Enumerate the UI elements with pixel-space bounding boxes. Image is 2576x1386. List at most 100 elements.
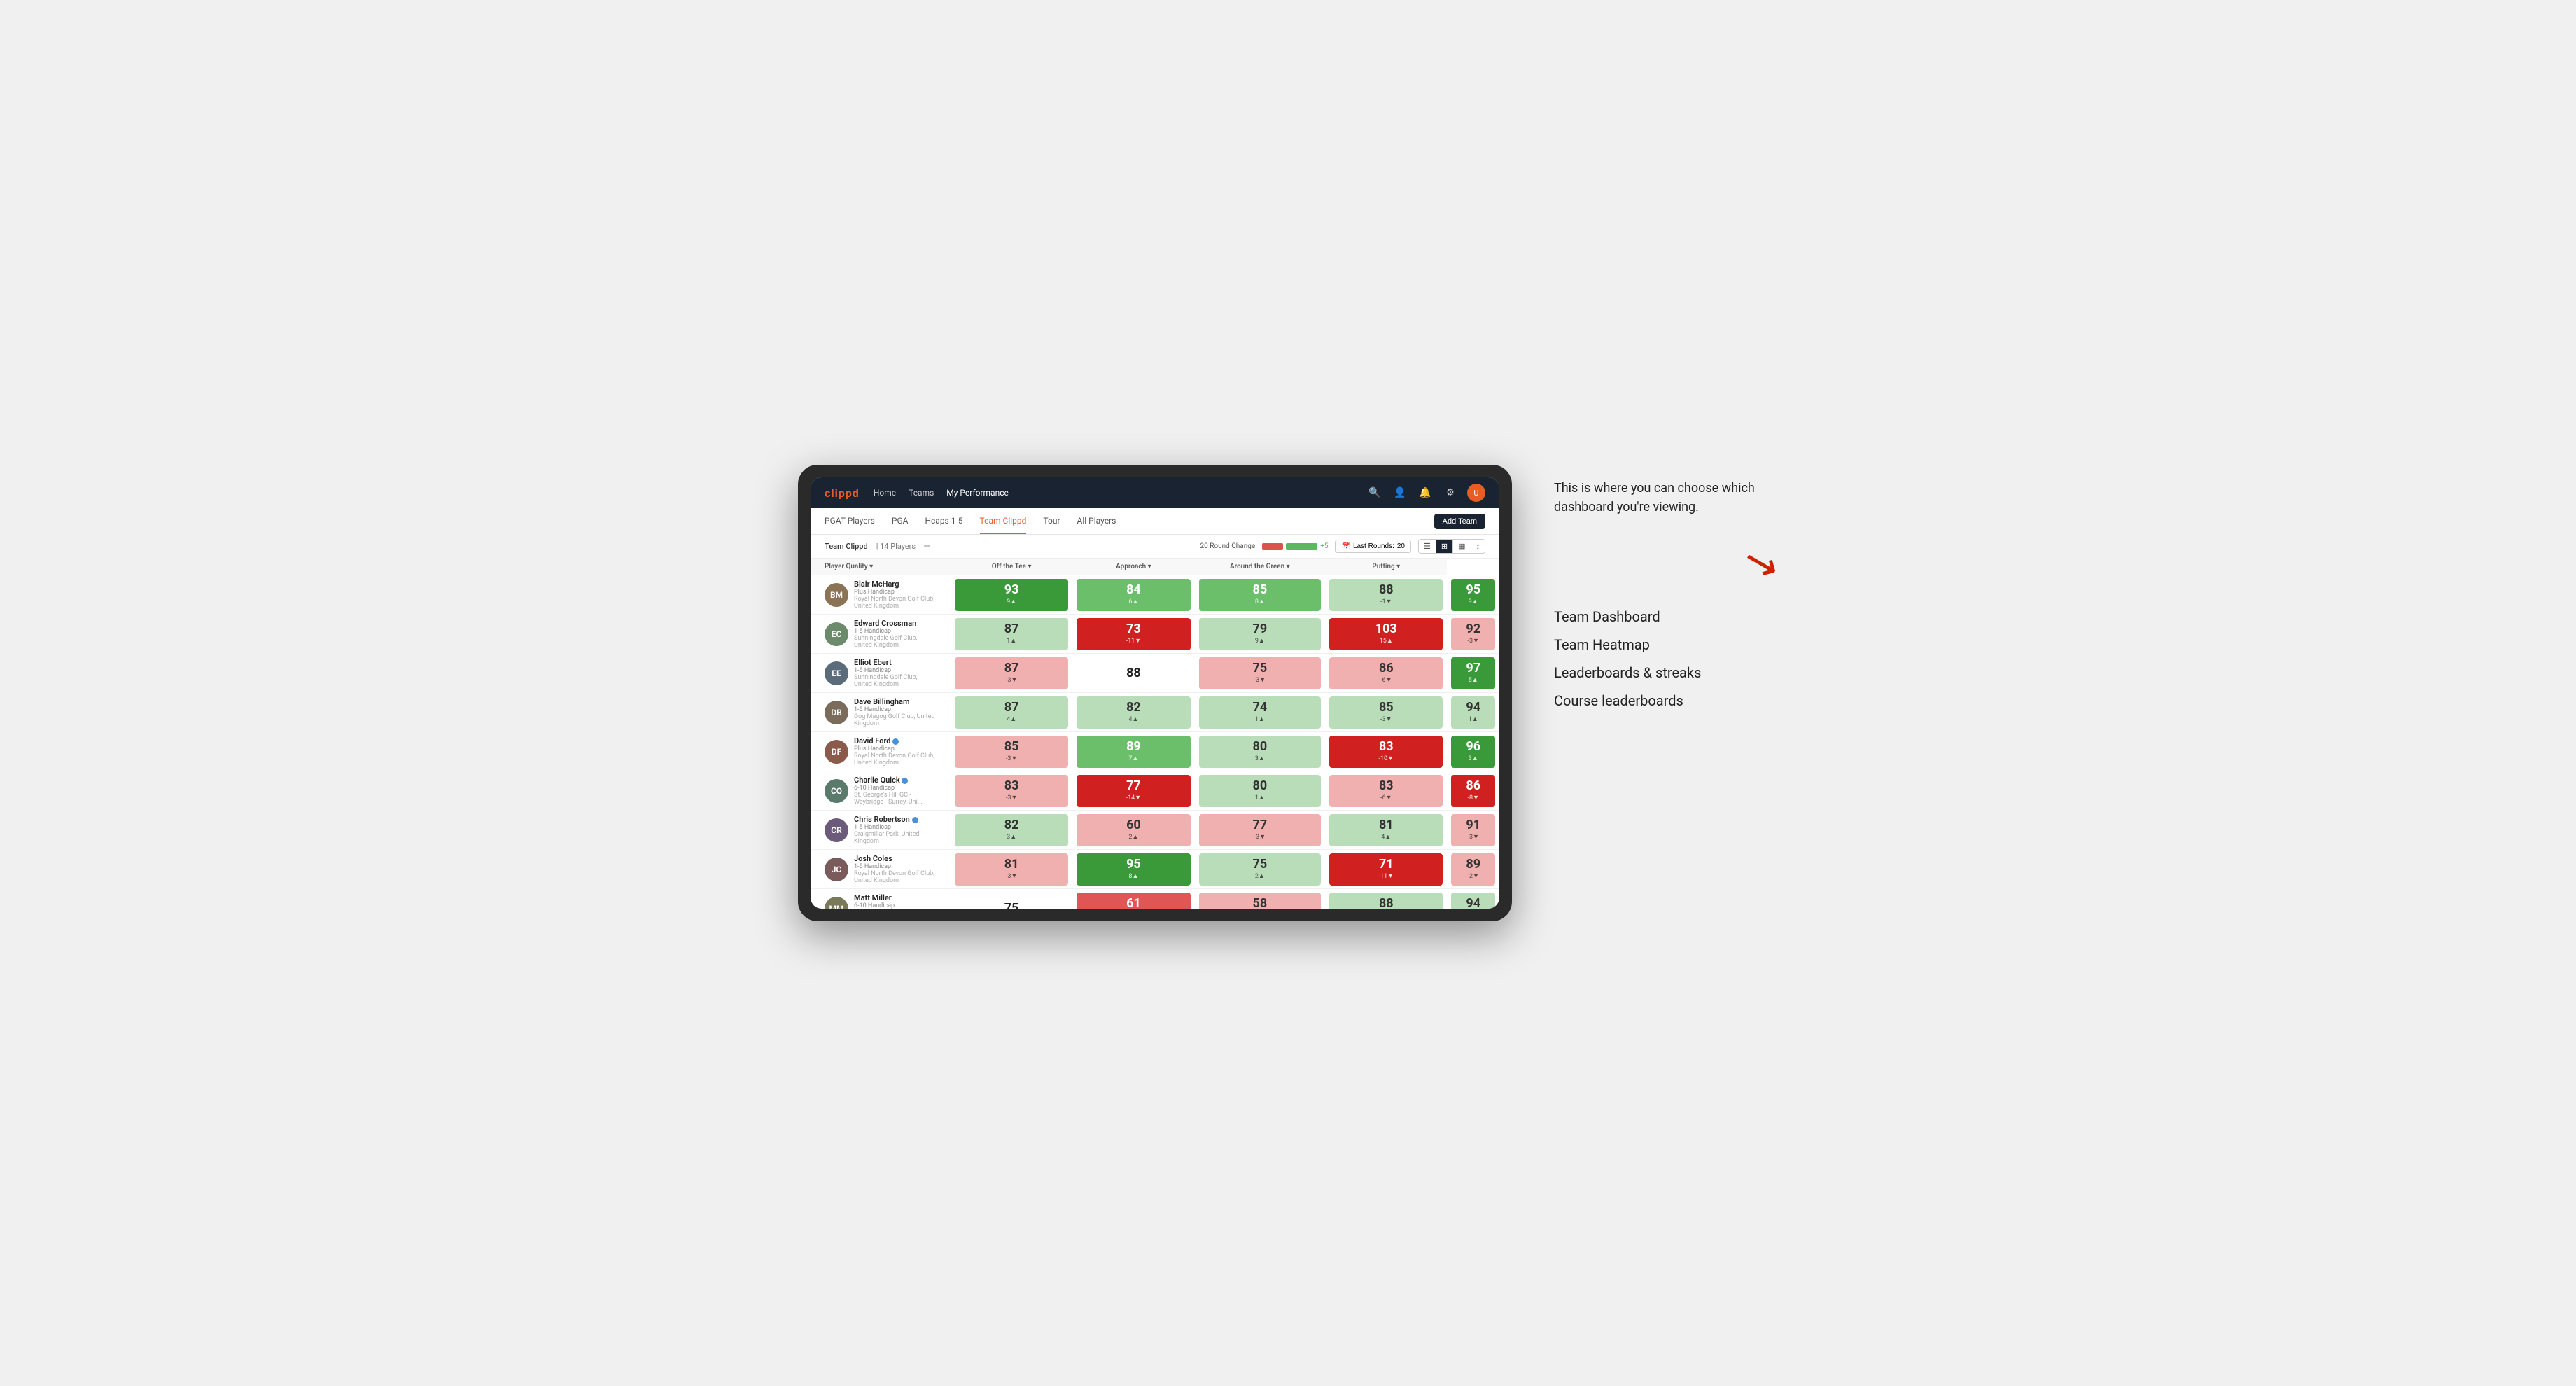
- subnav-hcaps[interactable]: Hcaps 1-5: [925, 509, 962, 534]
- metric-value: 75: [1253, 858, 1268, 871]
- metric-value: 86: [1379, 662, 1394, 675]
- nav-teams[interactable]: Teams: [909, 485, 934, 500]
- metric-change: 8▲: [1128, 872, 1138, 880]
- metric-box: 80 1▲: [1199, 775, 1322, 807]
- metric-value: 89: [1466, 858, 1480, 871]
- metric-value: 60: [1126, 819, 1141, 832]
- player-cell: BM Blair McHarg Plus Handicap Royal Nort…: [811, 575, 951, 615]
- metric-box: 80 3▲: [1199, 736, 1322, 768]
- metric-value: 85: [1253, 584, 1268, 596]
- metric-cell: 89 -2▼: [1447, 850, 1499, 889]
- metric-change: 8▲: [1255, 598, 1265, 606]
- sub-nav: PGAT Players PGA Hcaps 1-5 Team Clippd T…: [811, 508, 1499, 535]
- table-row[interactable]: EE Elliot Ebert 1-5 Handicap Sunningdale…: [811, 654, 1499, 693]
- player-cell: DF David Ford Plus Handicap Royal North …: [811, 732, 951, 771]
- last-rounds-button[interactable]: 📅 Last Rounds: 20: [1335, 540, 1411, 553]
- person-icon[interactable]: 👤: [1392, 484, 1408, 501]
- user-avatar[interactable]: U: [1467, 484, 1485, 502]
- add-team-button[interactable]: Add Team: [1434, 514, 1485, 529]
- right-panel: This is where you can choose which dashb…: [1554, 465, 1778, 709]
- metric-box: 61 -3▼: [1077, 892, 1190, 909]
- option-course-leaderboards[interactable]: Course leaderboards: [1554, 692, 1778, 709]
- table-header: Player Quality ▾ Off the Tee ▾ Approach …: [811, 559, 1499, 575]
- metric-box: 77 -3▼: [1199, 814, 1322, 846]
- metric-value: 87: [1004, 623, 1019, 636]
- bell-icon[interactable]: 🔔: [1417, 484, 1434, 501]
- player-name: Matt Miller: [854, 893, 937, 902]
- player-table: Player Quality ▾ Off the Tee ▾ Approach …: [811, 559, 1499, 909]
- table-row[interactable]: EC Edward Crossman 1-5 Handicap Sunningd…: [811, 615, 1499, 654]
- metric-change: -1▼: [1380, 598, 1392, 606]
- nav-home[interactable]: Home: [874, 485, 896, 500]
- table-row[interactable]: DF David Ford Plus Handicap Royal North …: [811, 732, 1499, 771]
- option-leaderboards[interactable]: Leaderboards & streaks: [1554, 664, 1778, 681]
- metric-box: 75 -3▼: [1199, 657, 1322, 690]
- metric-change: 5▲: [1469, 676, 1478, 684]
- metric-box: 87 1▲: [955, 618, 1068, 650]
- metric-change: -6▼: [1380, 794, 1392, 802]
- bar-red: [1262, 543, 1283, 550]
- player-avatar: DB: [825, 701, 848, 724]
- col-header-player[interactable]: Player Quality ▾: [811, 559, 951, 575]
- table-row[interactable]: CQ Charlie Quick 6-10 Handicap St. Georg…: [811, 771, 1499, 811]
- metric-change: -10▼: [1379, 755, 1394, 762]
- subnav-all-players[interactable]: All Players: [1077, 509, 1116, 534]
- col-header-off-tee[interactable]: Off the Tee ▾: [951, 559, 1072, 575]
- option-team-heatmap[interactable]: Team Heatmap: [1554, 636, 1778, 653]
- table-row[interactable]: CR Chris Robertson 1-5 Handicap Craigmil…: [811, 811, 1499, 850]
- metric-change: -8▼: [1467, 794, 1478, 802]
- metric-box: 73 -11▼: [1077, 618, 1190, 650]
- nav-my-performance[interactable]: My Performance: [946, 485, 1009, 500]
- metric-cell: 61 -3▼: [1072, 889, 1194, 909]
- metric-box: 87 -3▼: [955, 657, 1068, 690]
- metric-box: 88: [1077, 657, 1190, 690]
- metric-cell: 84 6▲: [1072, 575, 1194, 615]
- metric-cell: 82 3▲: [951, 811, 1072, 850]
- metric-box: 82 4▲: [1077, 696, 1190, 729]
- metric-change: 4▲: [1128, 715, 1138, 723]
- col-header-approach[interactable]: Approach ▾: [1072, 559, 1194, 575]
- metric-box: 87 4▲: [955, 696, 1068, 729]
- metric-change: -14▼: [1126, 794, 1142, 802]
- table-row[interactable]: BM Blair McHarg Plus Handicap Royal Nort…: [811, 575, 1499, 615]
- metric-change: 2▲: [1255, 872, 1265, 880]
- metric-change: 1▲: [1255, 715, 1265, 723]
- edit-icon[interactable]: ✏: [924, 542, 930, 551]
- player-name: Charlie Quick: [854, 776, 937, 785]
- table-row[interactable]: DB Dave Billingham 1-5 Handicap Gog Mago…: [811, 693, 1499, 732]
- player-name: Chris Robertson: [854, 815, 937, 824]
- col-header-putting[interactable]: Putting ▾: [1325, 559, 1447, 575]
- metric-change: -6▼: [1380, 676, 1392, 684]
- metric-change: 2▲: [1128, 833, 1138, 841]
- metric-cell: 73 -11▼: [1072, 615, 1194, 654]
- metric-value: 88: [1126, 667, 1141, 680]
- search-icon[interactable]: 🔍: [1366, 484, 1383, 501]
- view-sort-button[interactable]: ↕: [1471, 540, 1485, 553]
- metric-cell: 77 -14▼: [1072, 771, 1194, 811]
- metric-value: 61: [1126, 897, 1141, 909]
- subnav-pgat[interactable]: PGAT Players: [825, 509, 875, 534]
- table-row[interactable]: MM Matt Miller 6-10 Handicap Woburn Golf…: [811, 889, 1499, 909]
- metric-change: -3▼: [1006, 676, 1017, 684]
- data-table-scroll[interactable]: Player Quality ▾ Off the Tee ▾ Approach …: [811, 559, 1499, 909]
- metric-change: -11▼: [1126, 637, 1142, 645]
- table-row[interactable]: JC Josh Coles 1-5 Handicap Royal North D…: [811, 850, 1499, 889]
- settings-icon[interactable]: ⚙: [1442, 484, 1459, 501]
- view-list-button[interactable]: ☰: [1419, 540, 1436, 553]
- player-handicap: 1-5 Handicap: [854, 628, 937, 635]
- metric-cell: 58 4▲: [1195, 889, 1326, 909]
- metric-change: -3▼: [1254, 676, 1266, 684]
- metric-value: 79: [1253, 623, 1268, 636]
- view-grid-button[interactable]: ⊞: [1436, 540, 1453, 553]
- metric-cell: 85 8▲: [1195, 575, 1326, 615]
- subnav-pga[interactable]: PGA: [892, 509, 909, 534]
- bar-green: [1286, 543, 1317, 550]
- metric-cell: 86 -8▼: [1447, 771, 1499, 811]
- player-handicap: 1-5 Handicap: [854, 824, 937, 831]
- subnav-team-clippd[interactable]: Team Clippd: [980, 509, 1027, 534]
- col-header-around-green[interactable]: Around the Green ▾: [1195, 559, 1326, 575]
- view-heatmap-button[interactable]: ▦: [1453, 540, 1471, 553]
- subnav-tour[interactable]: Tour: [1043, 509, 1060, 534]
- option-team-dashboard[interactable]: Team Dashboard: [1554, 608, 1778, 625]
- metric-box: 86 -6▼: [1329, 657, 1443, 690]
